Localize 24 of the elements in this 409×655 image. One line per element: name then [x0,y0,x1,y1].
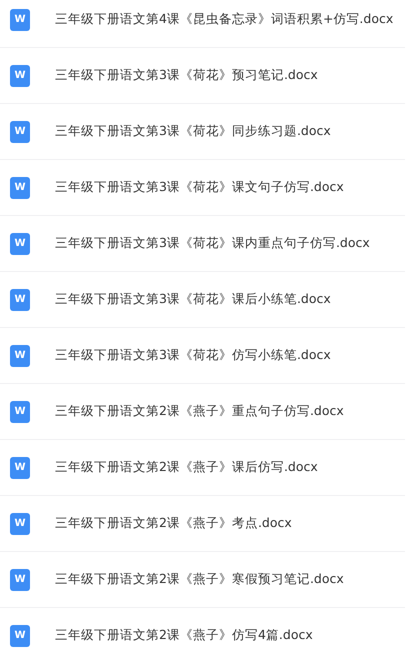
word-file-icon: W [10,400,30,422]
file-name[interactable]: 三年级下册语文第3课《荷花》课内重点句子仿写.docx [55,234,370,253]
word-file-icon: W [10,64,30,86]
file-name[interactable]: 三年级下册语文第2课《燕子》仿写4篇.docx [55,626,313,645]
file-name[interactable]: 三年级下册语文第2课《燕子》课后仿写.docx [55,458,318,477]
file-name[interactable]: 三年级下册语文第3课《荷花》同步练习题.docx [55,122,331,141]
file-name[interactable]: 三年级下册语文第2课《燕子》考点.docx [55,514,292,533]
file-name[interactable]: 三年级下册语文第3课《荷花》预习笔记.docx [55,66,318,85]
word-file-icon: W [10,568,30,590]
word-file-icon: W [10,344,30,366]
word-file-icon: W [10,456,30,478]
word-file-icon: W [10,8,30,30]
file-name[interactable]: 三年级下册语文第3课《荷花》仿写小练笔.docx [55,346,331,365]
word-file-icon: W [10,120,30,142]
file-name[interactable]: 三年级下册语文第2课《燕子》寒假预习笔记.docx [55,570,344,589]
file-name[interactable]: 三年级下册语文第3课《荷花》课后小练笔.docx [55,290,331,309]
file-name[interactable]: 三年级下册语文第4课《昆虫备忘录》词语积累+仿写.docx [55,10,394,29]
word-file-icon: W [10,176,30,198]
word-file-icon: W [10,288,30,310]
word-file-icon: W [10,624,30,646]
file-name[interactable]: 三年级下册语文第3课《荷花》课文句子仿写.docx [55,178,344,197]
word-file-icon: W [10,232,30,254]
file-name[interactable]: 三年级下册语文第2课《燕子》重点句子仿写.docx [55,402,344,421]
word-file-icon: W [10,512,30,534]
